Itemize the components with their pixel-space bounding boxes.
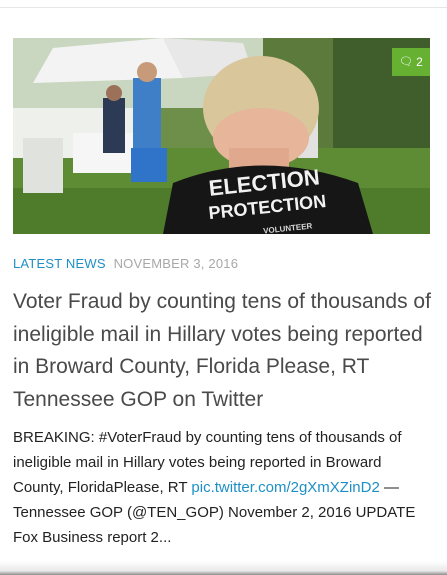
post-hero-image[interactable]: ELECTION PROTECTION VOLUNTEER 🗨 2 — [13, 38, 430, 234]
post-excerpt: BREAKING: #VoterFraud by counting tens o… — [13, 425, 433, 550]
post-title-link[interactable]: Voter Fraud by counting tens of thousand… — [13, 286, 433, 416]
comment-count: 2 — [416, 55, 423, 69]
top-divider — [0, 0, 447, 8]
hero-photo: ELECTION PROTECTION VOLUNTEER — [13, 38, 430, 234]
comment-count-badge[interactable]: 🗨 2 — [392, 48, 430, 76]
comments-icon: 🗨 — [399, 55, 414, 68]
bottom-divider — [0, 561, 447, 575]
post-meta: LATEST NEWS NOVEMBER 3, 2016 — [13, 256, 430, 272]
post-date: NOVEMBER 3, 2016 — [113, 256, 239, 271]
post-category-link[interactable]: LATEST NEWS — [13, 256, 106, 271]
excerpt-twitter-link[interactable]: pic.twitter.com/2gXmXZinD2 — [191, 479, 379, 496]
post-card: ELECTION PROTECTION VOLUNTEER 🗨 2 LATEST… — [13, 38, 433, 550]
